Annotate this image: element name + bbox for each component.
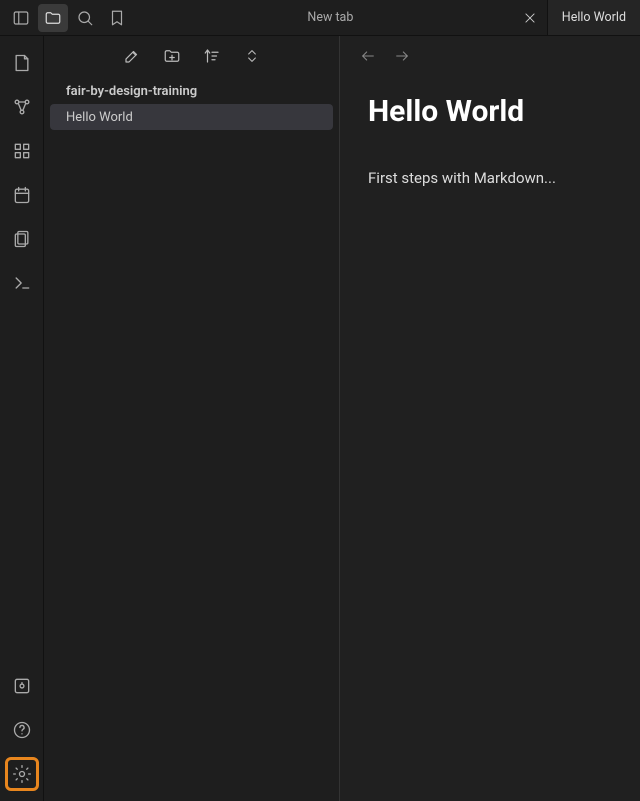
side-panel: fair-by-design-training Hello World (44, 36, 340, 801)
activity-bar (0, 36, 44, 801)
graph-icon[interactable] (7, 92, 37, 122)
close-icon[interactable] (523, 0, 547, 35)
page-title: Hello World (368, 94, 612, 129)
panel-left-icon[interactable] (6, 4, 36, 32)
file-label: Hello World (66, 110, 133, 125)
expand-icon[interactable] (241, 45, 263, 67)
editor-content[interactable]: Hello World First steps with Markdown... (340, 76, 640, 205)
vault-icon[interactable] (7, 671, 37, 701)
arrow-left-icon[interactable] (358, 46, 378, 66)
note-icon[interactable] (7, 48, 37, 78)
tree-file-hello-world[interactable]: Hello World (50, 104, 333, 130)
editor-pane: Hello World First steps with Markdown... (340, 36, 640, 801)
folder-icon[interactable] (38, 4, 68, 32)
settings-icon[interactable] (7, 759, 37, 789)
help-icon[interactable] (7, 715, 37, 745)
new-folder-icon[interactable] (161, 45, 183, 67)
side-panel-toolbar (44, 36, 339, 76)
tabs: New tab Hello World (138, 0, 640, 35)
terminal-icon[interactable] (7, 268, 37, 298)
arrow-right-icon[interactable] (392, 46, 412, 66)
edit-icon[interactable] (121, 45, 143, 67)
tree-folder-root[interactable]: fair-by-design-training (44, 78, 339, 104)
page-body: First steps with Markdown... (368, 169, 612, 187)
titlebar-left-controls (0, 0, 138, 35)
editor-nav (340, 36, 640, 76)
tab-label: New tab (307, 10, 353, 25)
search-icon[interactable] (70, 4, 100, 32)
calendar-icon[interactable] (7, 180, 37, 210)
files-icon[interactable] (7, 224, 37, 254)
folder-label: fair-by-design-training (66, 84, 197, 99)
grid-icon[interactable] (7, 136, 37, 166)
bookmark-icon[interactable] (102, 4, 132, 32)
tab-label: Hello World (562, 10, 626, 25)
sort-icon[interactable] (201, 45, 223, 67)
file-tree: fair-by-design-training Hello World (44, 76, 339, 801)
main: fair-by-design-training Hello World Hell… (0, 36, 640, 801)
tab-hello-world[interactable]: Hello World (547, 0, 640, 35)
tab-new[interactable]: New tab (138, 0, 523, 35)
titlebar: New tab Hello World (0, 0, 640, 36)
